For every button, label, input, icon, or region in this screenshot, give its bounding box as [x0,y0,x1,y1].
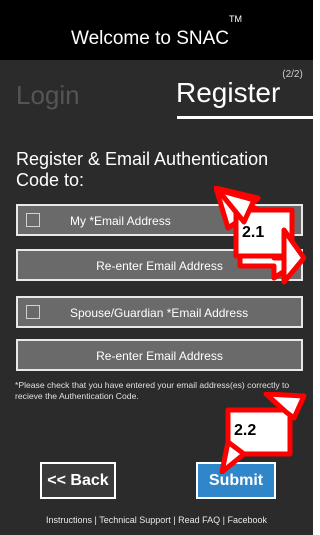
callout-2-1-label: 2.1 [242,224,265,241]
back-button[interactable]: << Back [40,462,116,499]
guardian-email-confirm-label: Re-enter Email Address [96,349,223,363]
email-field-label: My *Email Address [70,214,171,228]
step-indicator: (2/2) [282,69,303,80]
guardian-email-checkbox[interactable] [26,305,40,319]
footer-links[interactable]: Instructions | Technical Support | Read … [0,515,313,525]
active-tab-indicator [177,116,313,119]
guardian-email-label: Spouse/Guardian *Email Address [70,306,249,320]
form-heading: Register & Email Authentication Code to: [16,149,269,190]
auth-tabs: Login Register(2/2) [0,60,313,124]
tab-login[interactable]: Login [16,80,80,111]
guardian-email-confirm-field[interactable]: Re-enter Email Address [16,339,303,371]
tab-register-label: Register [176,77,281,108]
callout-2-2: 2.2 [216,392,308,474]
header-bar: Welcome to SNAC TM [0,0,313,60]
trademark-mark: TM [229,14,243,24]
callout-arrow-icon [219,392,307,474]
app-title: Welcome to SNAC TM [70,14,242,50]
callout-2-2-label: 2.2 [234,422,257,439]
app-title-text: Welcome to SNAC [70,28,230,49]
guardian-email-field[interactable]: Spouse/Guardian *Email Address [16,296,303,328]
tab-register[interactable]: Register(2/2) [176,69,303,109]
email-checkbox[interactable] [26,213,40,227]
app-screen: Welcome to SNAC TM Login Register(2/2) Re… [0,0,313,535]
callout-2-1: 2.1 [214,186,306,286]
